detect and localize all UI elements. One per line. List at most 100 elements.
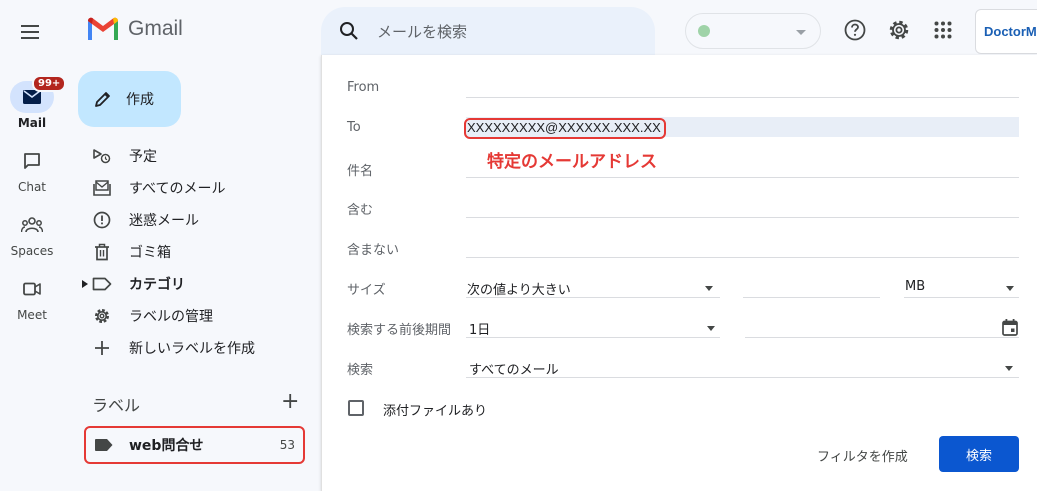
hamburger-icon <box>21 25 39 39</box>
size-label: サイズ <box>347 283 386 298</box>
nav-label-trash: ゴミ箱 <box>129 245 171 261</box>
size-unit-select[interactable]: MB <box>905 279 925 294</box>
help-icon <box>844 19 866 41</box>
has-attachment-checkbox[interactable] <box>348 400 364 416</box>
nav-label-scheduled: 予定 <box>129 149 157 165</box>
label-name: web問合せ <box>129 438 204 454</box>
spam-icon <box>93 211 111 229</box>
mail-icon-wrap: 99+ <box>10 75 67 113</box>
annotation-text: 特定のメールアドレス <box>487 152 657 172</box>
scheduled-icon <box>93 149 111 164</box>
spaces-icon-wrap <box>10 209 54 241</box>
search-in-label: 検索 <box>347 363 374 378</box>
has-attachment-label: 添付ファイルあり <box>383 404 488 419</box>
rail-label-mail: Mail <box>17 116 47 130</box>
category-icon <box>92 277 112 291</box>
rail-item-meet[interactable]: Meet <box>0 273 64 322</box>
settings-button[interactable] <box>885 16 913 44</box>
label-item-web-inquiry[interactable]: web問合せ 53 <box>84 426 305 464</box>
chevron-down-icon <box>1005 366 1013 371</box>
chat-icon <box>24 153 40 169</box>
nav-item-trash[interactable]: ゴミ箱 <box>92 238 171 266</box>
rail-item-chat[interactable]: Chat <box>0 145 64 194</box>
mail-icon <box>23 90 41 104</box>
size-unit-underline <box>904 297 1019 298</box>
date-within-label: 検索する前後期間 <box>347 323 452 338</box>
settings-gear-icon <box>889 20 909 40</box>
nav-label-categories: カテゴリ <box>129 277 185 293</box>
gmail-logo[interactable]: Gmail <box>86 16 183 42</box>
size-operator-select[interactable]: 次の値より大きい <box>467 279 571 298</box>
has-words-label: 含む <box>347 203 374 218</box>
nav-item-spam[interactable]: 迷惑メール <box>92 206 199 234</box>
nav-label-manage-labels: ラベルの管理 <box>129 309 213 325</box>
nav-item-scheduled[interactable]: 予定 <box>92 142 157 170</box>
rail-item-spaces[interactable]: Spaces <box>0 209 64 258</box>
spaces-icon <box>21 217 43 233</box>
search-in-select[interactable]: すべてのメール <box>469 359 559 378</box>
gear-icon <box>95 309 109 323</box>
nav-label-spam: 迷惑メール <box>129 213 199 229</box>
apps-grid-icon <box>934 21 952 39</box>
from-label: From <box>347 80 380 95</box>
compose-button[interactable]: 作成 <box>78 71 181 127</box>
rail-label-spaces: Spaces <box>10 244 54 258</box>
date-within-select[interactable]: 1日 <box>469 319 490 338</box>
status-dot-icon <box>698 25 710 37</box>
app-name: Gmail <box>128 17 183 40</box>
size-value-input[interactable] <box>743 297 880 298</box>
search-bar[interactable]: メールを検索 <box>321 7 655 55</box>
label-tag-icon <box>95 439 113 451</box>
meet-icon-wrap <box>10 273 54 305</box>
account-name: DoctorM <box>984 24 1037 39</box>
date-input[interactable] <box>745 337 1019 338</box>
date-within-underline <box>466 337 720 338</box>
search-icon[interactable] <box>339 21 359 41</box>
nav-label-all-mail: すべてのメール <box>129 181 226 197</box>
nav-label-create-label: 新しいラベルを作成 <box>129 341 255 357</box>
calendar-icon[interactable] <box>1002 319 1018 336</box>
chat-icon-wrap <box>10 145 54 177</box>
trash-icon <box>95 243 109 261</box>
to-label: To <box>347 120 361 135</box>
to-highlight-box <box>464 118 666 139</box>
has-words-input[interactable] <box>466 217 1019 218</box>
rail-label-chat: Chat <box>17 180 47 194</box>
from-input[interactable] <box>466 97 1019 98</box>
labels-heading: ラベル <box>92 396 141 415</box>
chevron-down-icon <box>1006 286 1014 291</box>
nav-item-categories[interactable]: カテゴリ <box>82 270 185 298</box>
meet-icon <box>23 282 41 296</box>
apps-button[interactable] <box>929 16 957 44</box>
rail-item-mail[interactable]: 99+ Mail <box>0 75 67 130</box>
unread-badge: 99+ <box>32 75 67 92</box>
doesnt-have-input[interactable] <box>466 257 1019 258</box>
subject-label: 件名 <box>347 164 374 179</box>
search-input[interactable]: メールを検索 <box>377 21 467 42</box>
all-mail-icon <box>93 180 111 196</box>
pencil-icon <box>95 92 110 107</box>
label-count: 53 <box>279 438 295 452</box>
chevron-down-icon <box>796 30 806 35</box>
plus-icon <box>95 341 109 355</box>
search-submit-button[interactable]: 検索 <box>939 436 1019 472</box>
status-selector[interactable] <box>685 13 821 49</box>
gmail-m-icon <box>88 17 118 40</box>
expand-arrow-icon[interactable] <box>82 280 88 288</box>
nav-item-manage-labels[interactable]: ラベルの管理 <box>92 302 213 330</box>
create-filter-button[interactable]: フィルタを作成 <box>817 446 908 465</box>
main-menu-button[interactable] <box>10 12 50 52</box>
chevron-down-icon <box>705 286 713 291</box>
subject-input[interactable] <box>466 177 1019 178</box>
advanced-search-panel: From To XXXXXXXXX@XXXXXX.XXX.XX 特定のメールアド… <box>321 55 1037 491</box>
chevron-down-icon <box>707 326 715 331</box>
account-logo[interactable]: DoctorM <box>975 9 1037 54</box>
compose-label: 作成 <box>126 92 154 108</box>
doesnt-have-label: 含まない <box>347 243 400 258</box>
nav-item-all-mail[interactable]: すべてのメール <box>92 174 225 202</box>
rail-label-meet: Meet <box>17 308 47 322</box>
support-button[interactable] <box>841 16 869 44</box>
size-operator-underline <box>466 297 720 298</box>
add-label-button[interactable]: + <box>281 391 299 413</box>
nav-item-create-label[interactable]: 新しいラベルを作成 <box>92 334 255 362</box>
